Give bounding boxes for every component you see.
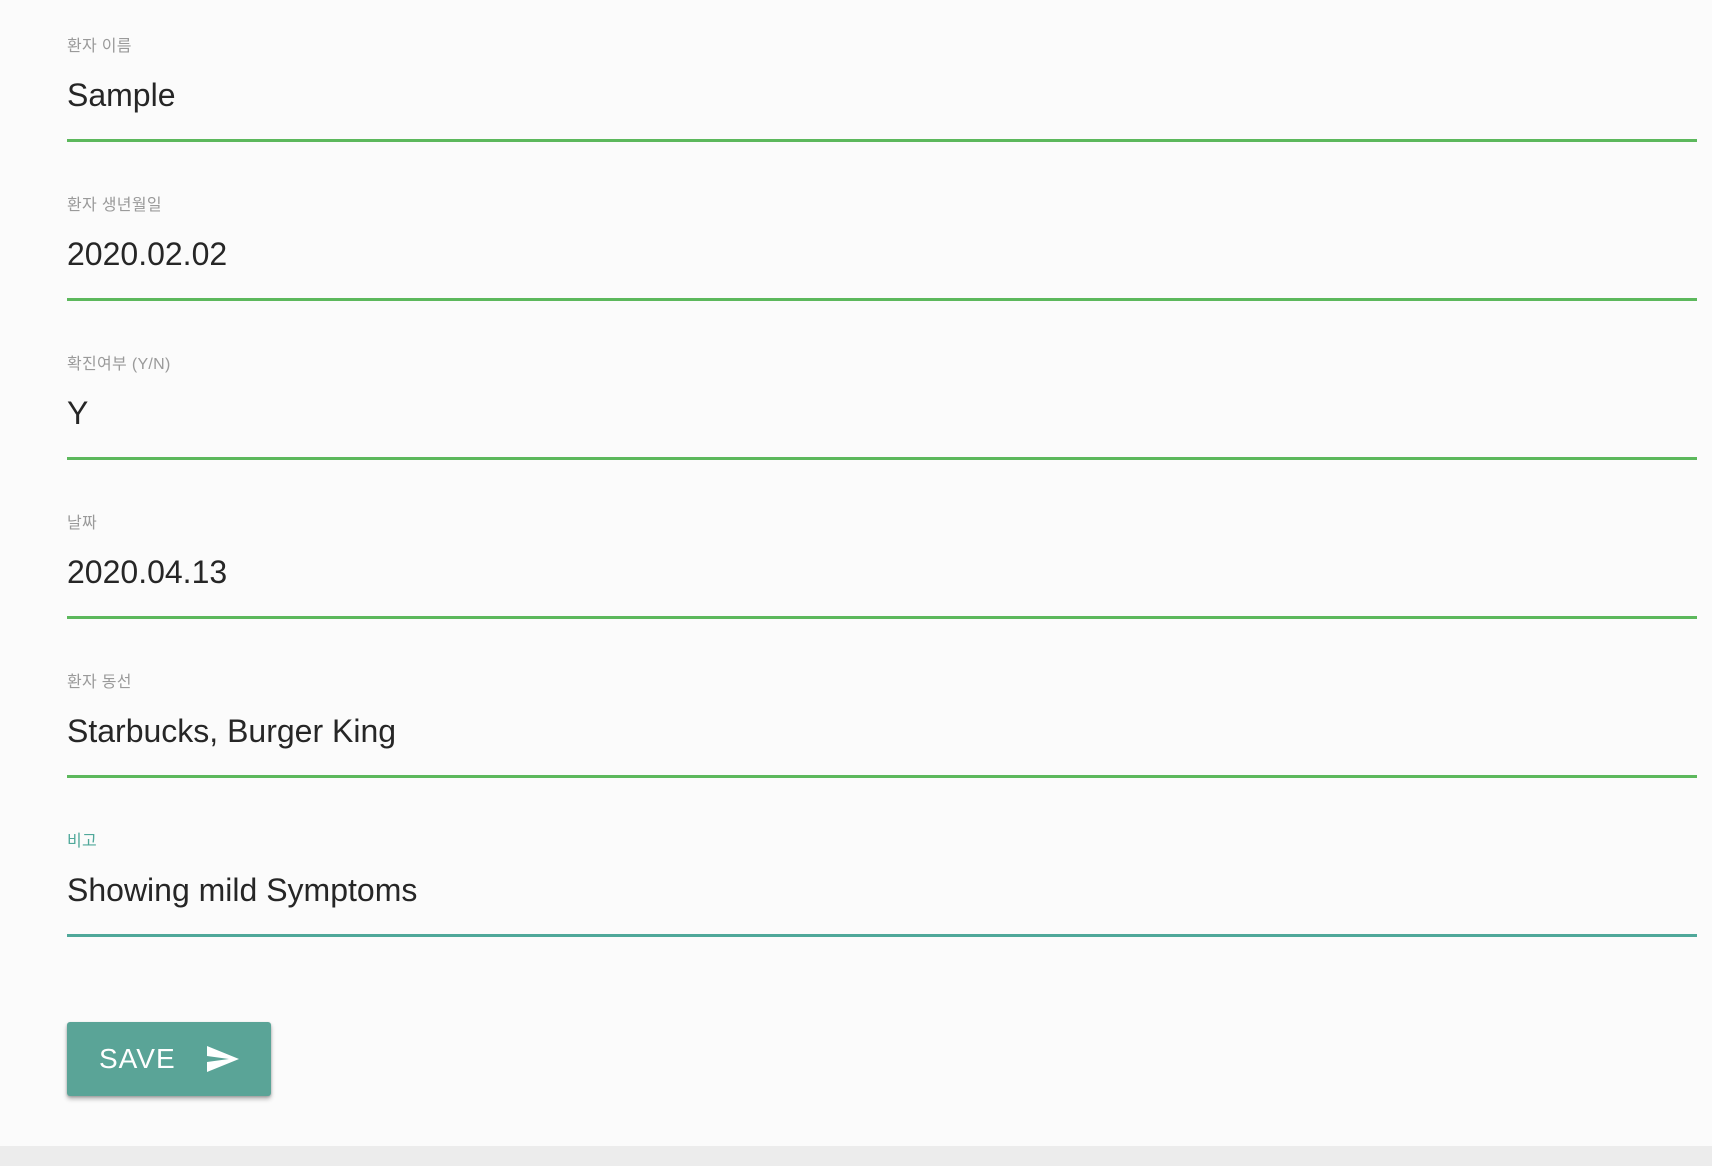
patient-name-input[interactable]	[67, 72, 1697, 118]
patient-route-field: 환자 동선	[67, 636, 1697, 795]
date-label: 날짜	[67, 515, 98, 532]
remarks-label: 비고	[67, 833, 98, 850]
confirmed-status-field: 확진여부 (Y/N)	[67, 318, 1697, 477]
save-button[interactable]: SAVE	[67, 1022, 271, 1096]
save-button-label: SAVE	[99, 1043, 176, 1074]
remarks-input[interactable]	[67, 867, 1697, 913]
confirmed-status-input[interactable]	[67, 390, 1697, 436]
patient-route-underline	[67, 775, 1697, 778]
date-underline	[67, 616, 1697, 619]
patient-birthdate-underline	[67, 298, 1697, 301]
patient-route-label: 환자 동선	[67, 674, 132, 691]
date-input[interactable]	[67, 549, 1697, 595]
bottom-bar	[0, 1146, 1712, 1166]
confirmed-status-label: 확진여부 (Y/N)	[67, 356, 171, 373]
patient-birthdate-input[interactable]	[67, 231, 1697, 277]
patient-form: 환자 이름 환자 생년월일 확진여부 (Y/N) 날짜 환자 동선 비고	[67, 0, 1697, 954]
patient-name-field: 환자 이름	[67, 0, 1697, 159]
remarks-field: 비고	[67, 795, 1697, 954]
patient-name-underline	[67, 139, 1697, 142]
remarks-underline	[67, 934, 1697, 937]
patient-birthdate-label: 환자 생년월일	[67, 197, 162, 214]
patient-birthdate-field: 환자 생년월일	[67, 159, 1697, 318]
patient-route-input[interactable]	[67, 708, 1697, 754]
confirmed-status-underline	[67, 457, 1697, 460]
date-field: 날짜	[67, 477, 1697, 636]
send-icon	[206, 1045, 240, 1073]
patient-name-label: 환자 이름	[67, 38, 132, 55]
patient-form-page: 환자 이름 환자 생년월일 확진여부 (Y/N) 날짜 환자 동선 비고	[0, 0, 1712, 1166]
